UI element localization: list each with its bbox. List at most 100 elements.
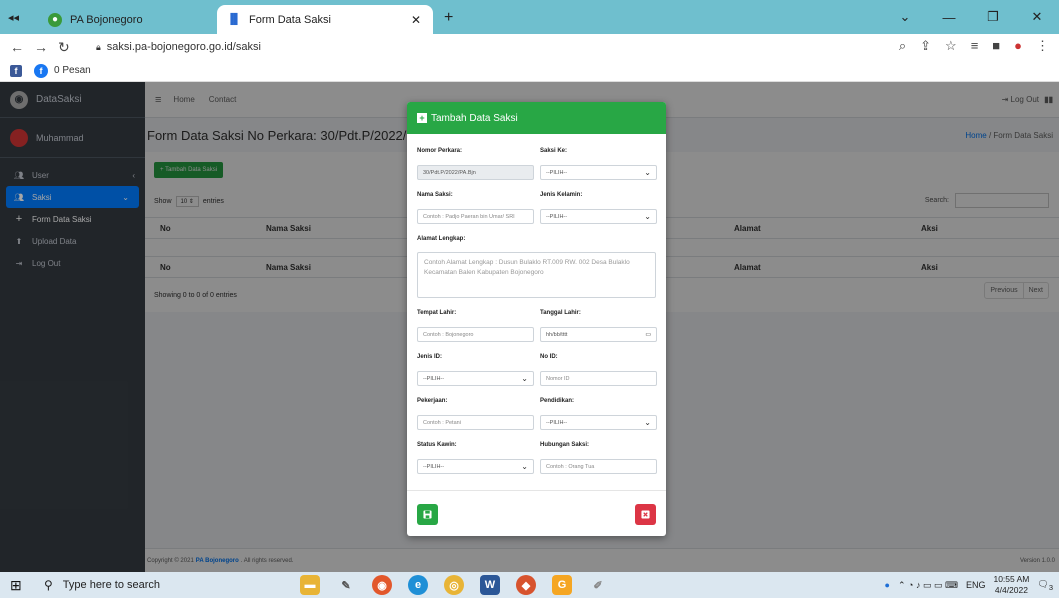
tanggal-lahir-label: Tanggal Lahir: [540, 310, 581, 316]
alamat-label: Alamat Lengkap: [417, 236, 466, 242]
firefox-icon[interactable]: ◉ [372, 575, 392, 595]
chrome-icon[interactable]: ◎ [444, 575, 464, 595]
tool-icon[interactable]: ✎ [336, 575, 356, 595]
menu-icon[interactable]: ⋮ [1036, 38, 1049, 54]
modal-title: Tambah Data Saksi [431, 112, 518, 124]
taskbar-search[interactable]: ⚲ Type here to search [44, 572, 160, 598]
window-controls: ⌄ — ❐ ✕ [883, 0, 1059, 34]
facebook-icon[interactable]: f [10, 64, 22, 77]
nomor-perkara-label: Nomor Perkara: [417, 148, 463, 154]
status-kawin-value: --PILIH-- [423, 463, 445, 470]
reading-list-icon[interactable]: ≡ [971, 38, 979, 54]
tab-search-icon[interactable]: ◂◂ [8, 11, 19, 24]
language-indicator[interactable]: ENG [966, 580, 986, 590]
pendidikan-select[interactable]: --PILIH-- ⌄ [540, 415, 657, 430]
save-icon [423, 510, 432, 519]
nama-saksi-placeholder: Contoh : Padjo Paeran bin Umar/ SRI [423, 213, 515, 220]
minimize-button[interactable]: — [927, 10, 971, 25]
side-panel-icon[interactable]: ■ [992, 38, 1000, 54]
cancel-button[interactable] [635, 504, 656, 525]
status-kawin-select[interactable]: --PILIH-- ⌄ [417, 459, 534, 474]
tab-form-data-saksi[interactable]: ▐▌ Form Data Saksi ✕ [217, 5, 433, 34]
no-id-input[interactable]: Nomor ID [540, 371, 657, 386]
tanggal-lahir-input[interactable]: hh/bb/tttt ▭ [540, 327, 657, 342]
restore-button[interactable]: ❐ [971, 9, 1015, 25]
store-icon[interactable]: G [552, 575, 572, 595]
lock-icon[interactable]: 🔒︎ [96, 42, 101, 53]
app-icon[interactable]: ◆ [516, 575, 536, 595]
nama-saksi-input[interactable]: Contoh : Padjo Paeran bin Umar/ SRI [417, 209, 534, 224]
calendar-icon[interactable]: ▭ [645, 331, 651, 338]
edge-icon[interactable]: e [408, 575, 428, 595]
url-text: saksi.pa-bojonegoro.go.id/saksi [106, 41, 261, 53]
notification-count: 3 [1048, 582, 1053, 592]
clock-time: 10:55 AM [993, 574, 1030, 584]
new-tab-button[interactable]: + [444, 9, 453, 27]
reload-icon[interactable]: ↻ [58, 39, 70, 56]
pekerjaan-label: Pekerjaan: [417, 398, 448, 404]
tray-icons[interactable]: ⌃ ◔ ♪ ▭ ▭ ⌨ [898, 580, 958, 591]
notification-icon[interactable]: 🗨︎3 [1037, 579, 1053, 592]
taskbar-search-placeholder: Type here to search [62, 579, 161, 591]
profile-avatar[interactable]: ● [1014, 38, 1022, 54]
search-icon: ⚲ [44, 578, 53, 592]
jenis-id-select[interactable]: --PILIH-- ⌄ [417, 371, 534, 386]
clock[interactable]: 10:55 AM 4/4/2022 [993, 574, 1029, 596]
zoom-icon[interactable]: ⌕ [899, 38, 906, 54]
tab-title: Form Data Saksi [249, 13, 331, 26]
bookmark-pesan[interactable]: 0 Pesan [54, 65, 91, 76]
no-id-placeholder: Nomor ID [546, 375, 570, 382]
toolbar-actions: ⌕ ⇪ ☆ ≡ ■ ● ⋮ [899, 38, 1049, 54]
tempat-lahir-input[interactable]: Contoh : Bojonegoro [417, 327, 534, 342]
pekerjaan-placeholder: Contoh : Petani [423, 419, 461, 426]
windows-taskbar: ⊞ ⚲ Type here to search ▬ ✎ ◉ e ◎ W ◆ G … [0, 572, 1059, 598]
system-tray: ● ⌃ ◔ ♪ ▭ ▭ ⌨ ENG 10:55 AM 4/4/2022 🗨︎3 [885, 572, 1053, 598]
pendidikan-value: --PILIH-- [546, 419, 568, 426]
facebook-messenger-icon: f [34, 63, 48, 78]
save-button[interactable] [417, 504, 438, 525]
browser-toolbar: ← → ↻ 🔒︎ saksi.pa-bojonegoro.go.id/saksi… [0, 34, 1059, 60]
modal-backdrop-sidebar[interactable] [0, 82, 145, 572]
modal-header: + Tambah Data Saksi [407, 102, 666, 134]
no-id-label: No ID: [540, 354, 558, 360]
tab-pa-bojonegoro[interactable]: ● PA Bojonegoro ✕ [38, 5, 245, 34]
share-icon[interactable]: ⇪ [920, 38, 931, 54]
nomor-perkara-field[interactable]: 30/Pdt.P/2022/PA.Bjn [417, 165, 534, 180]
file-explorer-icon[interactable]: ▬ [300, 575, 320, 595]
chevron-down-icon: ⌄ [521, 462, 528, 471]
jenis-id-value: --PILIH-- [423, 375, 445, 382]
paint-icon[interactable]: ✐ [588, 575, 608, 595]
windows-start-icon[interactable]: ⊞ [10, 577, 30, 594]
chevron-down-icon: ⌄ [521, 374, 528, 383]
back-icon[interactable]: ← [10, 39, 24, 55]
weather-icon[interactable]: ● [885, 580, 890, 590]
jenis-kelamin-select[interactable]: --PILIH-- ⌄ [540, 209, 657, 224]
forward-icon[interactable]: → [34, 39, 48, 55]
close-tab-icon[interactable]: ✕ [411, 13, 421, 27]
pendidikan-label: Pendidikan: [540, 398, 575, 404]
chart-favicon-icon: ▐▌ [226, 14, 242, 25]
tanggal-lahir-placeholder: hh/bb/tttt [546, 331, 568, 338]
jenis-kelamin-label: Jenis Kelamin: [540, 192, 583, 198]
hubungan-saksi-input[interactable]: Contoh : Orang Tua [540, 459, 657, 474]
close-window-button[interactable]: ✕ [1015, 9, 1059, 25]
saksi-ke-select[interactable]: --PILIH-- ⌄ [540, 165, 657, 180]
chevron-down-icon: ⌄ [644, 168, 651, 177]
word-icon[interactable]: W [480, 575, 500, 595]
pekerjaan-input[interactable]: Contoh : Petani [417, 415, 534, 430]
alamat-textarea[interactable]: Contoh Alamat Lengkap : Dusun Bulaklo RT… [417, 252, 656, 298]
nama-saksi-label: Nama Saksi: [417, 192, 453, 198]
clock-date: 4/4/2022 [994, 585, 1028, 595]
modal-footer-divider [407, 490, 666, 491]
bookmark-star-icon[interactable]: ☆ [945, 38, 957, 54]
chevron-down-icon: ⌄ [644, 212, 651, 221]
saksi-ke-value: --PILIH-- [546, 169, 568, 176]
hubungan-saksi-label: Hubungan Saksi: [540, 442, 590, 448]
status-kawin-label: Status Kawin: [417, 442, 457, 448]
hubungan-saksi-placeholder: Contoh : Orang Tua [546, 463, 595, 470]
saksi-ke-label: Saksi Ke: [540, 148, 568, 154]
close-square-icon [641, 510, 650, 519]
tempat-lahir-label: Tempat Lahir: [417, 310, 457, 316]
tab-list-icon[interactable]: ⌄ [883, 9, 927, 25]
tempat-lahir-placeholder: Contoh : Bojonegoro [423, 331, 474, 338]
